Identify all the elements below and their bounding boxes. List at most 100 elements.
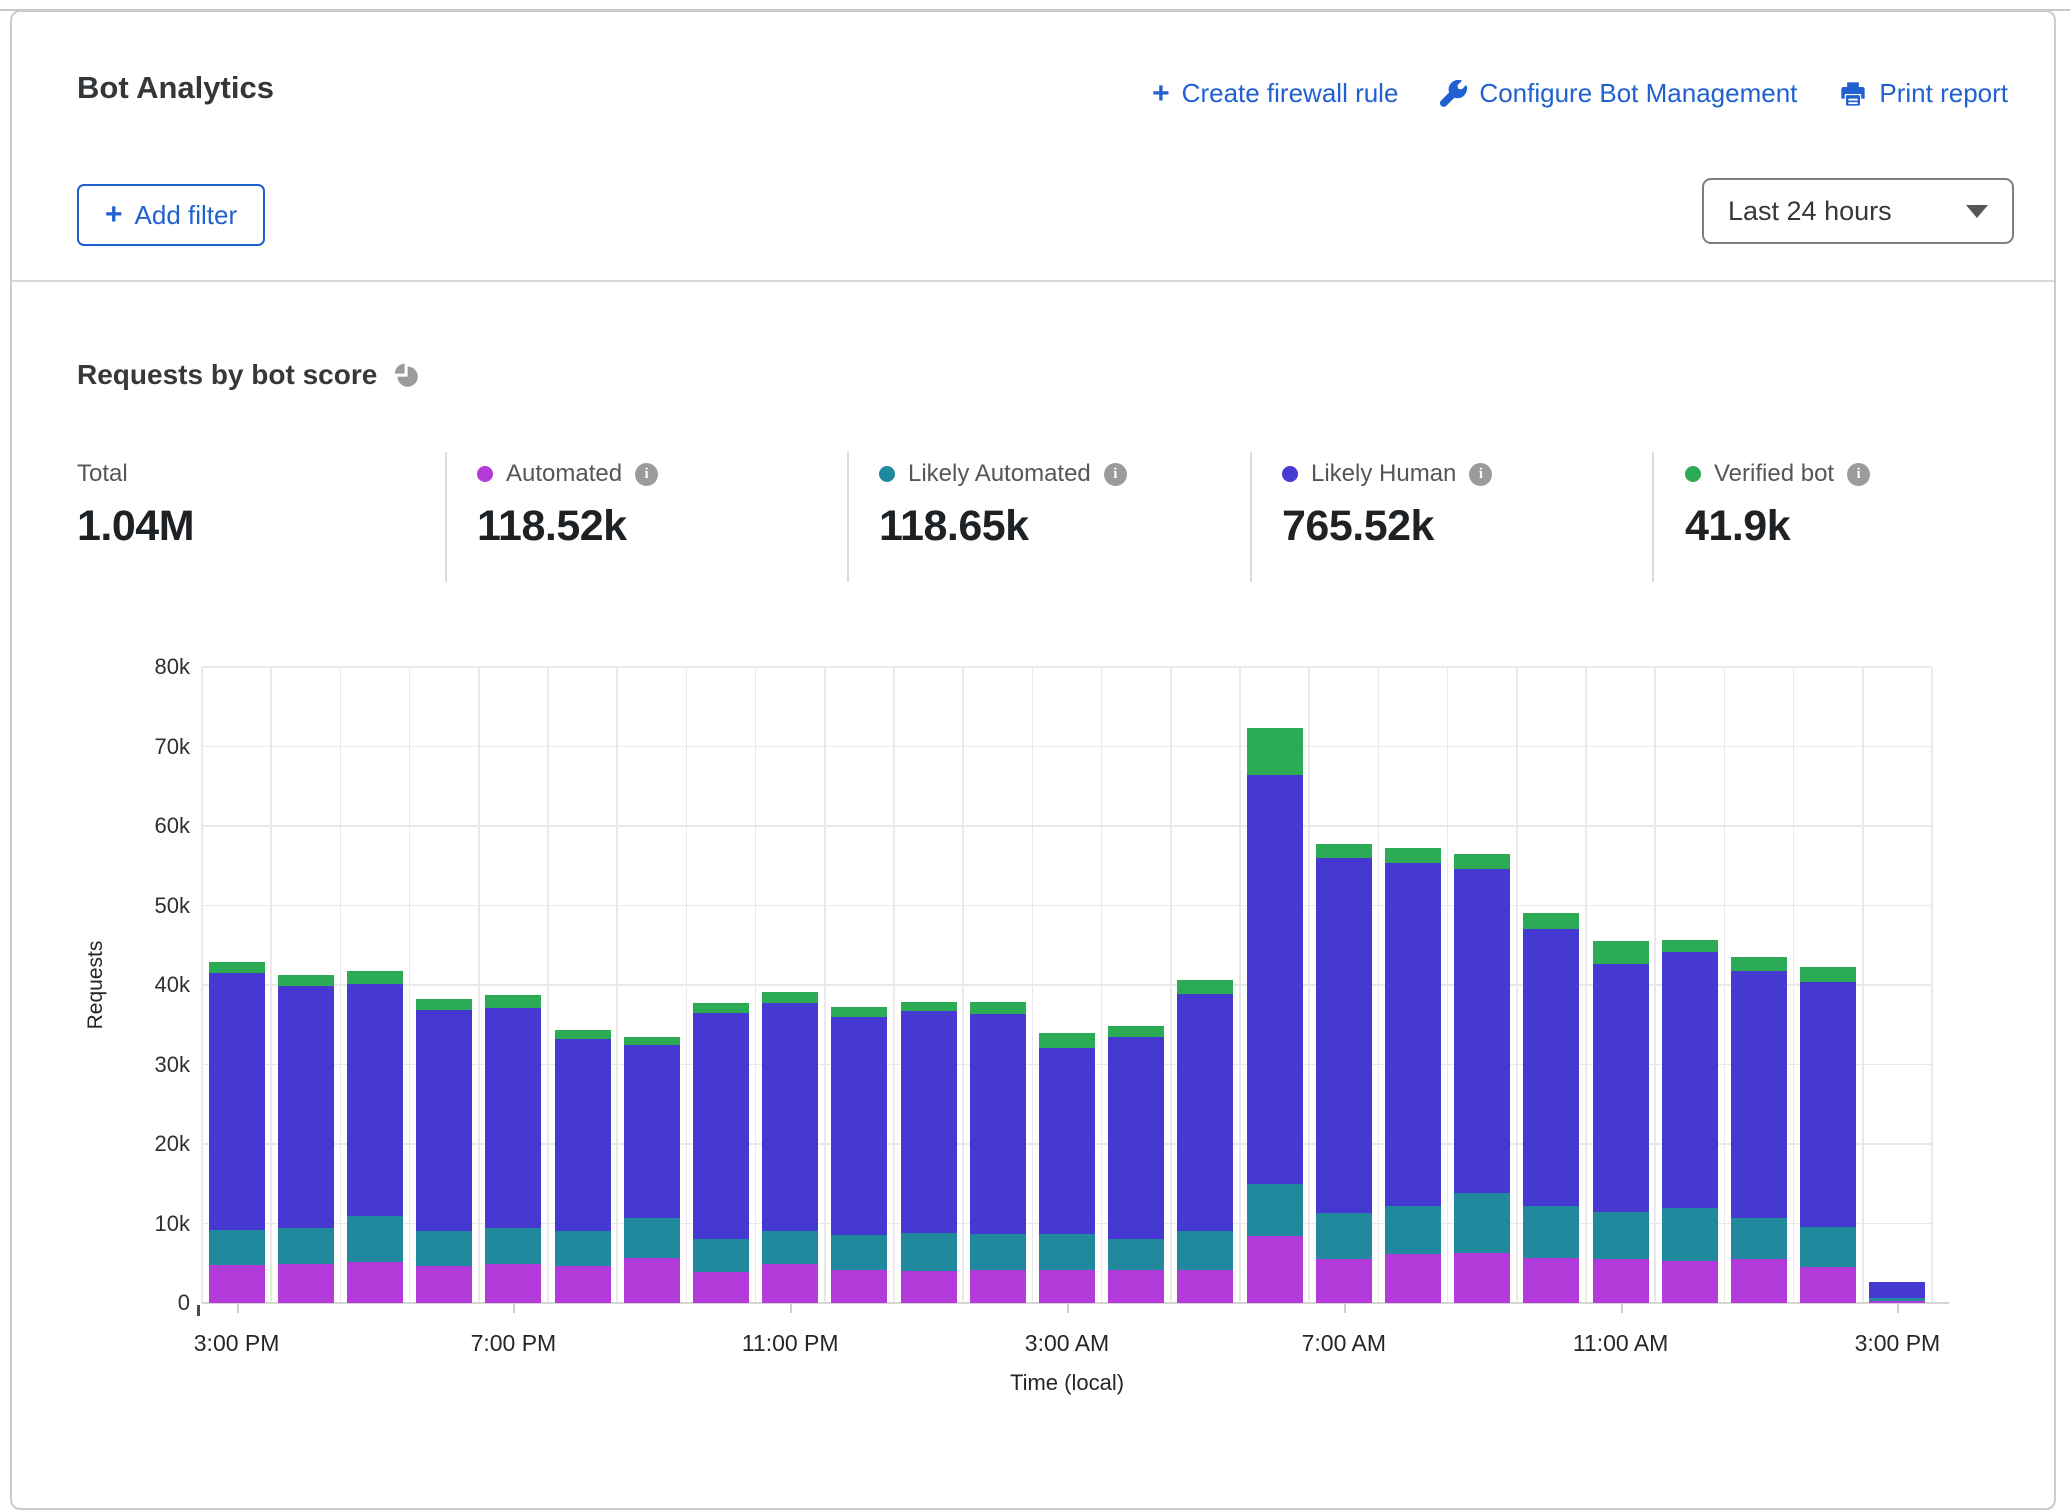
chart-bar-11-00-pm[interactable] [762,992,818,1303]
segment-automated[interactable] [1593,1259,1649,1303]
chart-bar-1-00-am[interactable] [901,1002,957,1303]
segment-verified-bot[interactable] [970,1002,1026,1014]
segment-verified-bot[interactable] [1454,854,1510,869]
segment-likely-human[interactable] [1454,869,1510,1193]
chart-bar-6-00-pm[interactable] [416,999,472,1303]
segment-verified-bot[interactable] [1177,980,1233,994]
segment-likely-human[interactable] [762,1003,818,1231]
chart-bar-6-00-am[interactable] [1247,728,1303,1303]
chart-bar-8-00-pm[interactable] [555,1030,611,1303]
segment-verified-bot[interactable] [1593,941,1649,964]
segment-likely-automated[interactable] [1731,1218,1787,1259]
segment-likely-automated[interactable] [901,1233,957,1271]
segment-likely-human[interactable] [693,1013,749,1240]
segment-likely-automated[interactable] [831,1235,887,1269]
segment-likely-automated[interactable] [1593,1212,1649,1259]
segment-automated[interactable] [831,1270,887,1303]
segment-automated[interactable] [1039,1270,1095,1303]
chart-bar-9-00-am[interactable] [1454,854,1510,1303]
segment-likely-human[interactable] [1662,952,1718,1207]
segment-likely-automated[interactable] [1316,1213,1372,1259]
segment-likely-automated[interactable] [1662,1208,1718,1261]
segment-automated[interactable] [1454,1253,1510,1303]
segment-likely-automated[interactable] [1523,1206,1579,1258]
chart-bar-5-00-am[interactable] [1177,980,1233,1303]
segment-verified-bot[interactable] [1662,940,1718,953]
chart-bar-1-00-pm[interactable] [1731,957,1787,1303]
segment-automated[interactable] [347,1262,403,1303]
chart-bar-9-00-pm[interactable] [624,1037,680,1303]
chart-bar-7-00-pm[interactable] [485,995,541,1303]
segment-likely-human[interactable] [555,1039,611,1231]
segment-likely-human[interactable] [831,1017,887,1236]
segment-likely-human[interactable] [485,1008,541,1228]
segment-likely-human[interactable] [1316,858,1372,1213]
chart-bar-5-00-pm[interactable] [347,971,403,1303]
chart-bar-4-00-pm[interactable] [278,975,334,1303]
segment-likely-automated[interactable] [1247,1184,1303,1236]
segment-likely-human[interactable] [1869,1282,1925,1298]
segment-automated[interactable] [1800,1267,1856,1303]
segment-automated[interactable] [209,1265,265,1303]
segment-automated[interactable] [1523,1258,1579,1303]
segment-verified-bot[interactable] [416,999,472,1011]
segment-verified-bot[interactable] [347,971,403,985]
segment-likely-human[interactable] [1385,863,1441,1206]
segment-automated[interactable] [1662,1261,1718,1303]
segment-likely-automated[interactable] [416,1231,472,1266]
segment-verified-bot[interactable] [1731,957,1787,971]
segment-likely-automated[interactable] [278,1228,334,1264]
segment-likely-automated[interactable] [209,1230,265,1265]
segment-likely-human[interactable] [278,986,334,1228]
segment-automated[interactable] [416,1266,472,1303]
segment-verified-bot[interactable] [1247,728,1303,775]
segment-likely-human[interactable] [901,1011,957,1233]
segment-verified-bot[interactable] [901,1002,957,1012]
segment-automated[interactable] [485,1264,541,1303]
segment-automated[interactable] [693,1272,749,1303]
chart-bar-10-00-am[interactable] [1523,913,1579,1303]
chart-bar-8-00-am[interactable] [1385,848,1441,1303]
chart-bar-7-00-am[interactable] [1316,844,1372,1303]
segment-likely-human[interactable] [1247,775,1303,1184]
segment-likely-automated[interactable] [624,1218,680,1259]
segment-automated[interactable] [555,1266,611,1303]
segment-likely-automated[interactable] [347,1216,403,1262]
segment-automated[interactable] [1731,1259,1787,1303]
segment-likely-human[interactable] [347,984,403,1215]
segment-likely-human[interactable] [416,1010,472,1231]
segment-verified-bot[interactable] [1523,913,1579,929]
segment-likely-automated[interactable] [1177,1231,1233,1270]
segment-verified-bot[interactable] [485,995,541,1008]
segment-verified-bot[interactable] [278,975,334,986]
segment-likely-human[interactable] [1731,971,1787,1218]
chart-bar-12-00-pm[interactable] [1662,940,1718,1303]
chart-bar-10-00-pm[interactable] [693,1003,749,1303]
segment-automated[interactable] [1177,1270,1233,1303]
chart-bar-3-00-pm[interactable] [1869,1282,1925,1303]
segment-automated[interactable] [624,1258,680,1303]
chart-bar-4-00-am[interactable] [1108,1026,1164,1303]
segment-likely-automated[interactable] [555,1231,611,1267]
segment-likely-human[interactable] [209,973,265,1230]
segment-automated[interactable] [278,1264,334,1303]
segment-likely-human[interactable] [1800,982,1856,1227]
segment-verified-bot[interactable] [555,1030,611,1040]
chart-bar-2-00-pm[interactable] [1800,967,1856,1303]
segment-verified-bot[interactable] [1039,1033,1095,1048]
segment-automated[interactable] [1869,1301,1925,1303]
segment-verified-bot[interactable] [1385,848,1441,863]
segment-verified-bot[interactable] [1108,1026,1164,1037]
segment-likely-automated[interactable] [693,1239,749,1272]
segment-likely-human[interactable] [624,1045,680,1218]
segment-likely-human[interactable] [1523,929,1579,1206]
segment-likely-human[interactable] [970,1014,1026,1234]
chart-bar-12-00-am[interactable] [831,1007,887,1303]
segment-verified-bot[interactable] [1800,967,1856,982]
segment-automated[interactable] [1385,1254,1441,1303]
segment-verified-bot[interactable] [693,1003,749,1013]
segment-automated[interactable] [970,1270,1026,1303]
segment-likely-automated[interactable] [1800,1227,1856,1268]
chart-bar-3-00-pm[interactable] [209,962,265,1303]
segment-automated[interactable] [1247,1236,1303,1303]
